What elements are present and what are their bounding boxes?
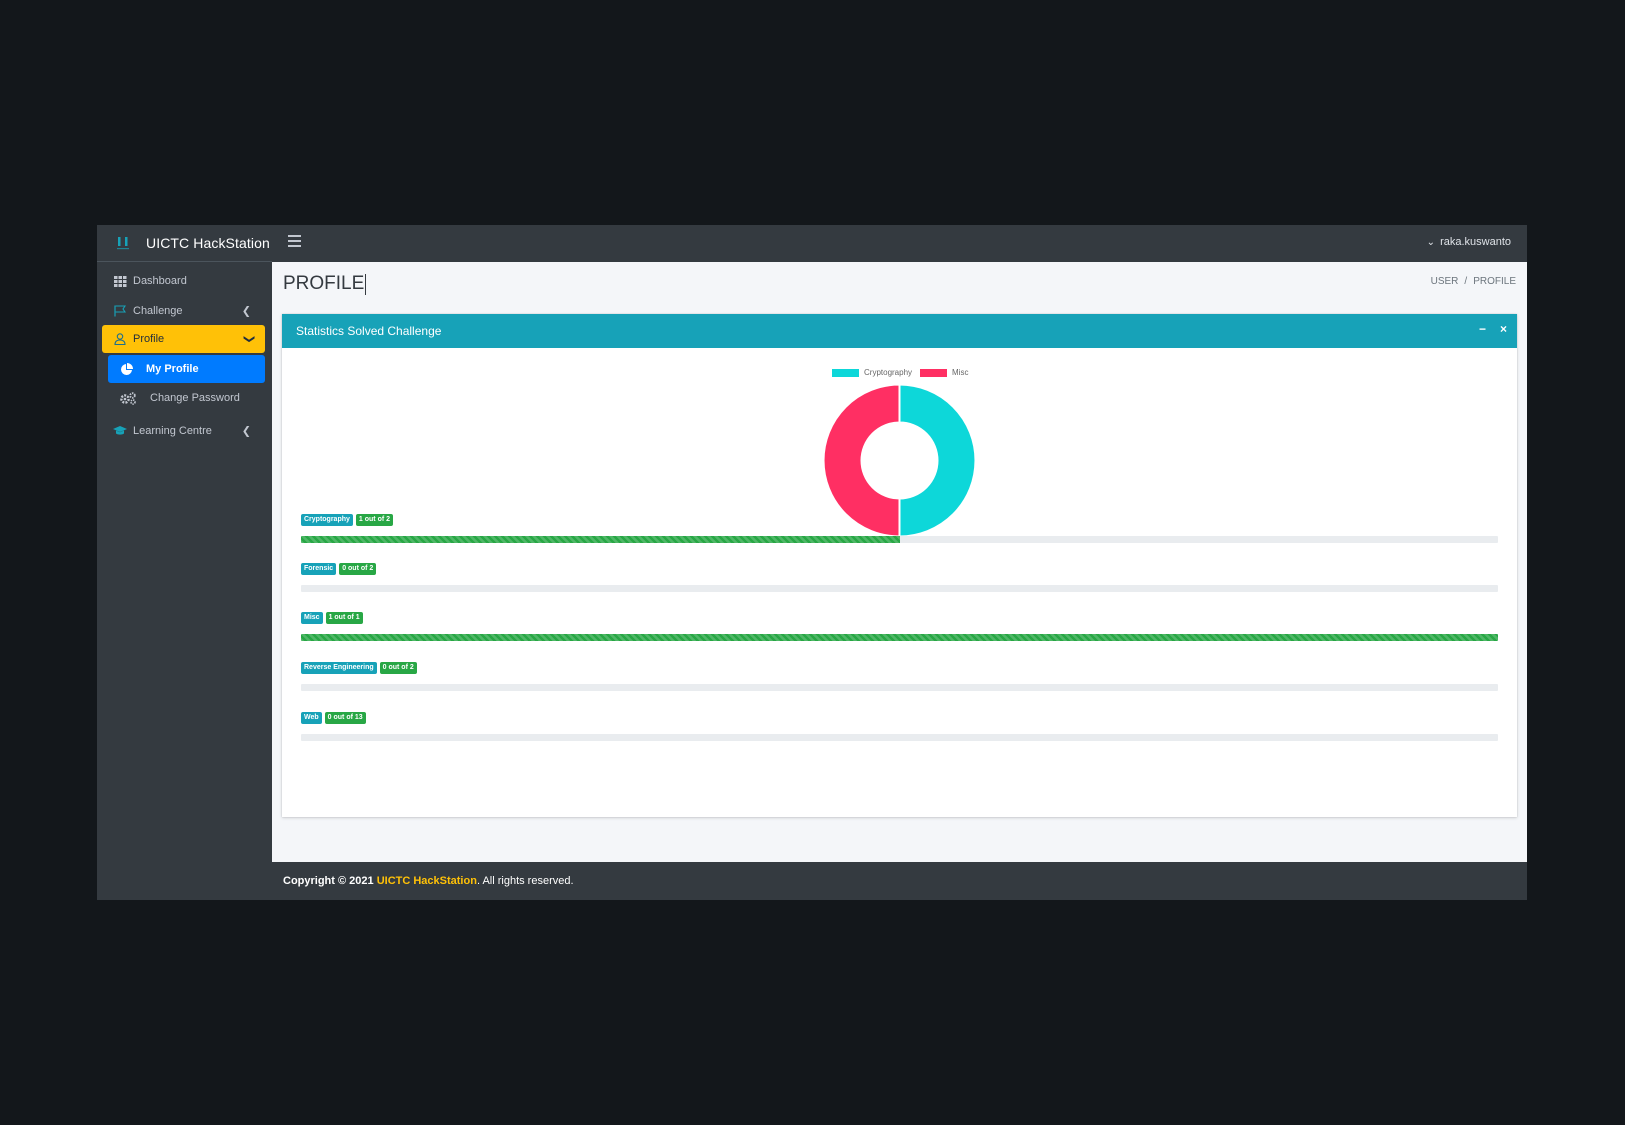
legend-label: Cryptography [864,368,913,377]
user-menu[interactable]: ⌄ raka.kuswanto [1427,236,1511,248]
page-title-text: PROFILE [283,273,365,294]
text-cursor [365,273,367,295]
breadcrumb-separator: / [1464,276,1468,287]
legend-label: Misc [952,368,969,377]
badge-row: Web 0 out of 13 [301,712,1498,724]
legend-item-misc[interactable]: Misc [920,368,968,377]
sidebar-item-label: My Profile [146,363,199,375]
chevron-left-icon: ❮ [241,305,251,318]
progress-bar [301,585,1498,592]
brand-title: UICTC HackStation [146,235,270,251]
footer: Copyright © 2021 UICTC HackStation. All … [272,862,1527,900]
sidebar-item-label: Challenge [133,305,183,317]
chart-legend: Cryptography Misc [832,368,972,377]
category-badge: Forensic [301,563,337,575]
graduation-cap-icon [113,424,127,438]
chevron-down-icon: ⌄ [1426,236,1436,248]
footer-suffix: . All rights reserved. [476,875,574,887]
progress-bar-fill [301,634,1498,641]
brand-logo [114,234,132,252]
footer-brand-link[interactable]: UICTC HackStation [377,875,477,887]
status-badge: 1 out of 1 [325,612,363,624]
legend-swatch [832,368,859,377]
status-badge: 1 out of 2 [355,514,394,526]
badge-row: Forensic 0 out of 2 [301,563,1498,575]
progress-bar [301,684,1498,691]
card-header: Statistics Solved Challenge − × [282,314,1517,348]
category-badge: Misc [301,612,323,624]
badge-row: Reverse Engineering 0 out of 2 [301,662,1498,674]
progress-item: Reverse Engineering 0 out of 2 [301,662,1498,691]
sidebar-item-challenge[interactable]: Challenge ❮ [113,300,263,322]
breadcrumb-item-profile: PROFILE [1473,276,1516,287]
sidebar-item-learning-centre[interactable]: Learning Centre ❮ [113,420,263,442]
progress-item: Forensic 0 out of 2 [301,563,1498,592]
flag-icon [113,304,127,318]
sidebar-item-label: Change Password [150,392,240,404]
category-badge: Cryptography [301,514,353,526]
content-header: PROFILE USER / PROFILE [272,262,1527,312]
category-badge: Web [301,712,322,724]
card-title: Statistics Solved Challenge [296,324,442,338]
status-badge: 0 out of 2 [339,563,377,575]
grid-icon [113,274,127,288]
legend-item-cryptography[interactable]: Cryptography [832,368,912,377]
hamburger-menu-icon[interactable] [288,235,301,247]
page-title: PROFILE [283,273,367,295]
close-icon[interactable]: × [1500,322,1507,336]
brand[interactable]: UICTC HackStation [97,225,272,262]
sidebar: UICTC HackStation Dashboard Challenge ❮ … [97,225,272,900]
chevron-down-icon: ❮ [242,334,255,344]
sidebar-item-my-profile[interactable]: My Profile [108,355,265,383]
sidebar-item-profile[interactable]: Profile ❮ [102,325,265,353]
category-badge: Reverse Engineering [301,662,377,674]
progress-item: Web 0 out of 13 [301,712,1498,741]
progress-bar-fill [301,536,900,543]
sidebar-item-change-password[interactable]: Change Password [119,386,264,410]
breadcrumb-item-user[interactable]: USER [1431,276,1459,287]
card-tools: − × [1479,322,1507,336]
progress-bar [301,734,1498,741]
chevron-left-icon: ❮ [241,425,251,438]
user-icon [113,332,127,346]
sidebar-item-label: Profile [133,333,165,345]
status-badge: 0 out of 2 [379,662,417,674]
chart-pie-icon [119,362,133,376]
status-badge: 0 out of 13 [324,712,366,724]
username: raka.kuswanto [1440,236,1511,248]
progress-item: Misc 1 out of 1 [301,612,1498,641]
legend-swatch [920,368,948,377]
progress-bar [301,634,1498,641]
app-window: UICTC HackStation Dashboard Challenge ❮ … [97,225,1527,900]
sidebar-item-dashboard[interactable]: Dashboard [113,270,263,292]
footer-copyright: Copyright © 2021 [283,875,377,887]
cogs-icon [119,391,137,405]
top-navbar: ⌄ raka.kuswanto [272,225,1527,262]
sidebar-item-label: Dashboard [133,275,187,287]
statistics-card: Statistics Solved Challenge − × Cryptogr… [282,314,1517,817]
sidebar-item-label: Learning Centre [133,425,212,437]
progress-bar [301,536,1498,543]
breadcrumb: USER / PROFILE [1431,276,1516,287]
progress-item: Cryptography 1 out of 2 [301,514,1498,543]
badge-row: Misc 1 out of 1 [301,612,1498,624]
minimize-icon[interactable]: − [1479,322,1486,336]
badge-row: Cryptography 1 out of 2 [301,514,1498,526]
